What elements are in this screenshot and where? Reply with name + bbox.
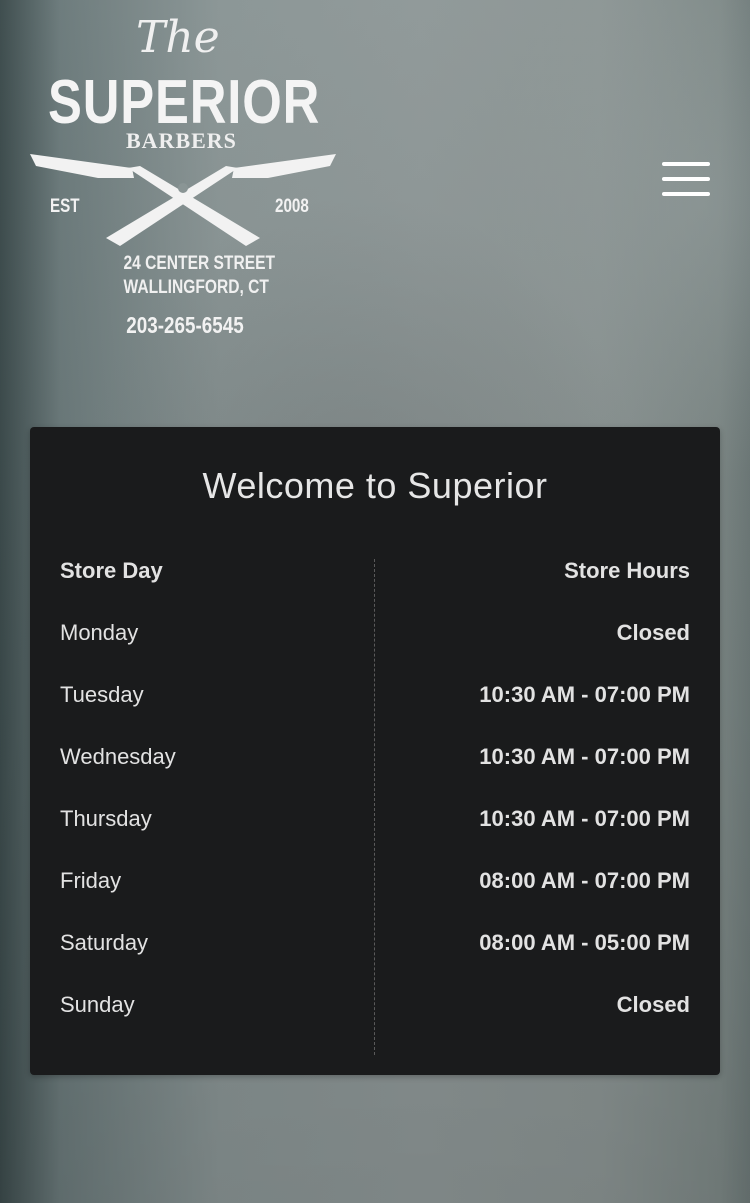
header-day: Store Day bbox=[60, 558, 163, 583]
row-hours: Closed bbox=[616, 620, 690, 645]
store-hours-card: Welcome to Superior Store Day Store Hour… bbox=[30, 427, 720, 1075]
hours-header-row: Store Day Store Hours bbox=[60, 558, 690, 588]
hours-row: Saturday 08:00 AM - 05:00 PM bbox=[60, 930, 690, 960]
row-hours: Closed bbox=[616, 992, 690, 1017]
logo-year: 2008 bbox=[275, 196, 309, 217]
row-day: Sunday bbox=[60, 992, 135, 1017]
row-day: Monday bbox=[60, 620, 139, 645]
logo[interactable]: The SUPERIOR BARBERS EST 2008 24 CENTER … bbox=[28, 12, 338, 342]
logo-est: EST bbox=[50, 196, 80, 217]
logo-address: 24 CENTER STREET WALLINGFORD, CT bbox=[123, 252, 276, 300]
hours-row: Thursday 10:30 AM - 07:00 PM bbox=[60, 806, 690, 836]
row-hours: 10:30 AM - 07:00 PM bbox=[479, 806, 690, 831]
hours-row: Monday Closed bbox=[60, 620, 690, 650]
row-hours: 08:00 AM - 05:00 PM bbox=[479, 930, 690, 955]
hours-row: Tuesday 10:30 AM - 07:00 PM bbox=[60, 682, 690, 712]
logo-name: SUPERIOR bbox=[48, 68, 321, 137]
address-line-2: WALLINGFORD, CT bbox=[123, 277, 269, 298]
row-day: Friday bbox=[60, 868, 122, 893]
hamburger-menu-icon[interactable] bbox=[662, 162, 712, 198]
logo-phone: 203-265-6545 bbox=[126, 312, 244, 338]
row-day: Wednesday bbox=[60, 744, 176, 769]
logo-the-text: The bbox=[136, 12, 220, 63]
row-hours: 08:00 AM - 07:00 PM bbox=[479, 868, 690, 893]
card-title: Welcome to Superior bbox=[202, 465, 548, 506]
hours-row: Wednesday 10:30 AM - 07:00 PM bbox=[60, 744, 690, 774]
row-hours: 10:30 AM - 07:00 PM bbox=[479, 682, 690, 707]
menu-bar bbox=[662, 177, 710, 181]
row-hours: 10:30 AM - 07:00 PM bbox=[479, 744, 690, 769]
row-day: Thursday bbox=[60, 806, 152, 831]
menu-bar bbox=[662, 192, 710, 196]
header-hours: Store Hours bbox=[564, 558, 690, 583]
row-day: Saturday bbox=[60, 930, 149, 955]
address-line-1: 24 CENTER STREET bbox=[123, 253, 276, 274]
hours-row: Friday 08:00 AM - 07:00 PM bbox=[60, 868, 690, 898]
menu-bar bbox=[662, 162, 710, 166]
row-day: Tuesday bbox=[60, 682, 144, 707]
hours-row: Sunday Closed bbox=[60, 992, 690, 1022]
